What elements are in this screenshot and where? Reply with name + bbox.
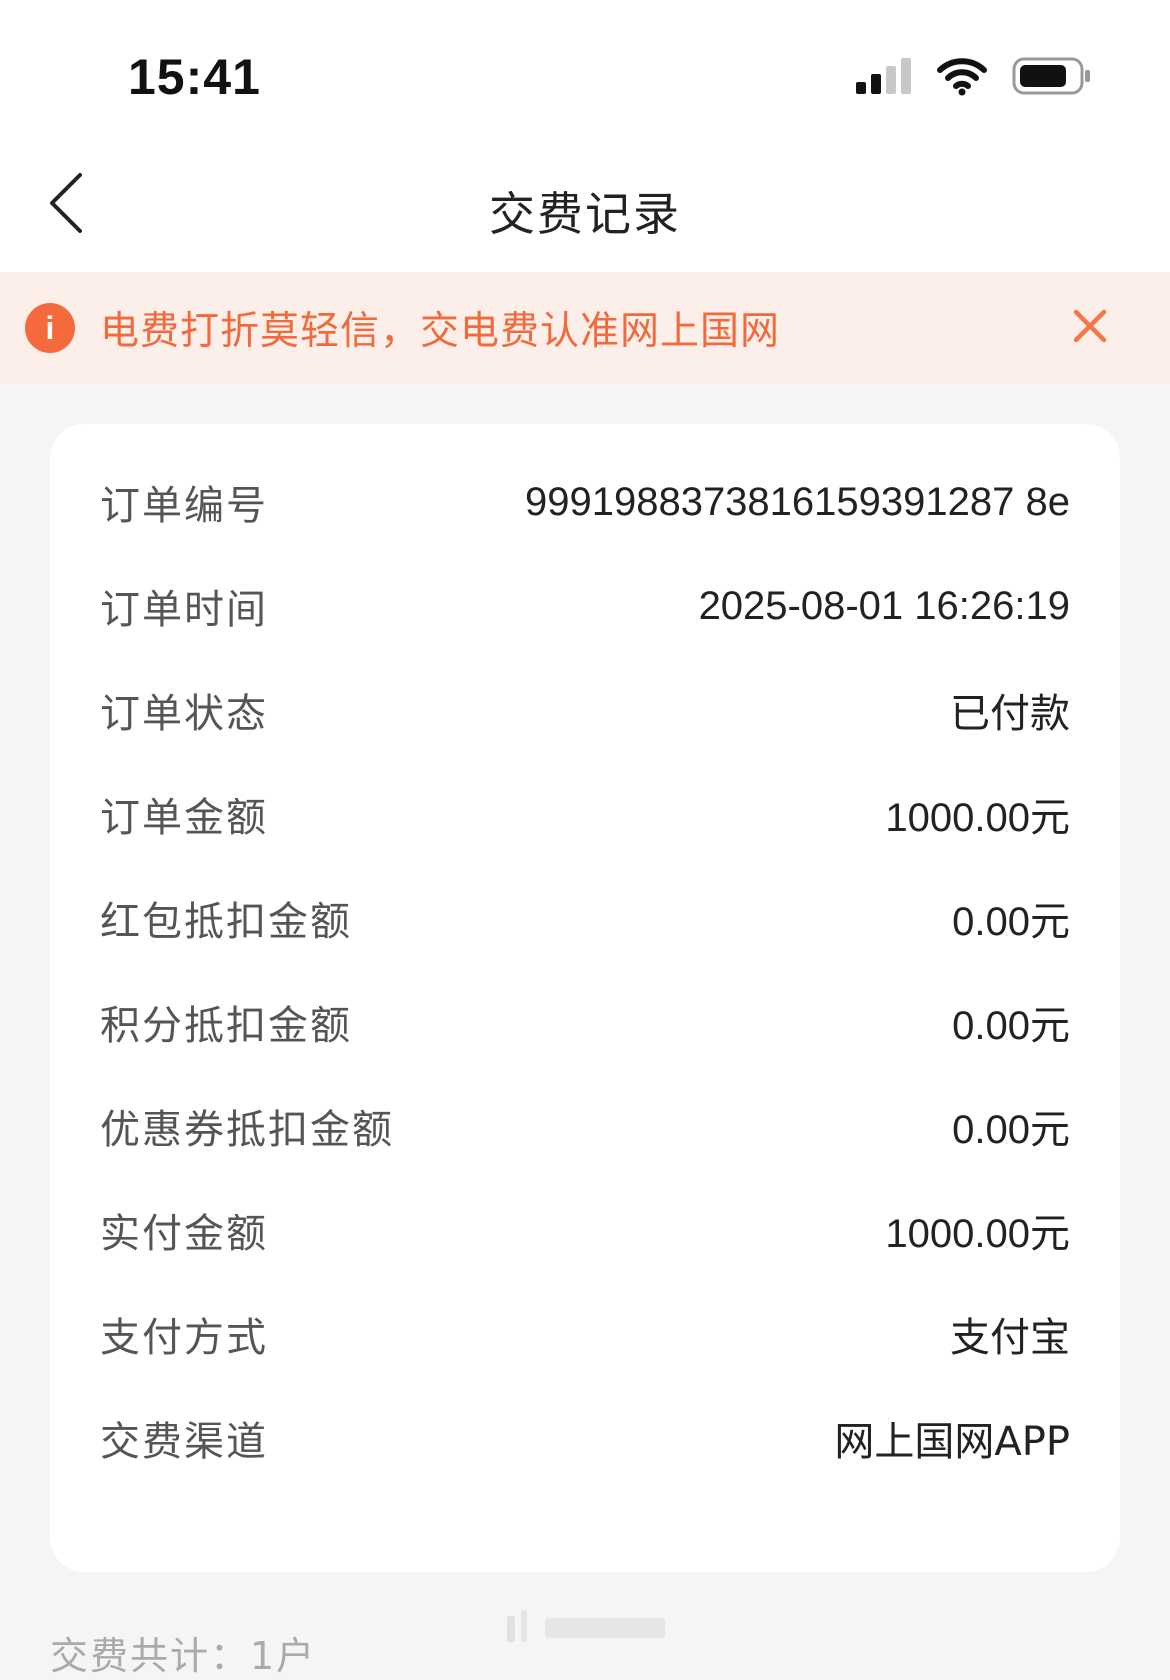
wifi-icon — [936, 56, 988, 100]
payment-method-row: 支付方式 支付宝 — [100, 1304, 1070, 1364]
order-number-row: 订单编号 9991988373816159391287 8e — [100, 472, 1070, 532]
cellular-signal-icon — [854, 56, 912, 100]
payment-channel-row: 交费渠道 网上国网APP — [100, 1408, 1070, 1468]
coupon-deduction-value: 0.00元 — [952, 1108, 1070, 1152]
info-icon: i — [25, 303, 75, 353]
status-bar: 15:41 — [0, 0, 1170, 140]
paid-amount-row: 实付金额 1000.00元 — [100, 1200, 1070, 1260]
close-icon — [1072, 308, 1108, 348]
coupon-deduction-row: 优惠券抵扣金额 0.00元 — [100, 1096, 1070, 1156]
order-status-row: 订单状态 已付款 — [100, 680, 1070, 740]
watermark-logo — [505, 1608, 665, 1648]
payment-method-value: 支付宝 — [950, 1315, 1070, 1361]
order-time-label: 订单时间 — [100, 587, 268, 633]
paid-amount-label: 实付金额 — [100, 1211, 268, 1257]
order-status-label: 订单状态 — [100, 691, 268, 737]
payment-channel-label: 交费渠道 — [100, 1419, 268, 1465]
notice-banner: i 电费打折莫轻信，交电费认准网上国网 — [0, 272, 1170, 384]
payment-channel-value: 网上国网APP — [834, 1419, 1070, 1465]
red-packet-deduction-label: 红包抵扣金额 — [100, 899, 352, 945]
red-packet-deduction-row: 红包抵扣金额 0.00元 — [100, 888, 1070, 948]
order-time-row: 订单时间 2025-08-01 16:26:19 — [100, 576, 1070, 636]
status-icons — [854, 56, 1092, 100]
order-amount-value: 1000.00元 — [885, 796, 1070, 840]
order-amount-label: 订单金额 — [100, 795, 268, 841]
nav-bar: 交费记录 — [0, 140, 1170, 272]
points-deduction-label: 积分抵扣金额 — [100, 1003, 352, 1049]
order-amount-row: 订单金额 1000.00元 — [100, 784, 1070, 844]
battery-icon — [1012, 56, 1092, 100]
payment-method-label: 支付方式 — [100, 1315, 268, 1361]
page-title: 交费记录 — [489, 187, 681, 241]
order-number-label: 订单编号 — [100, 483, 268, 529]
notice-text: 电费打折莫轻信，交电费认准网上国网 — [100, 309, 781, 354]
coupon-deduction-label: 优惠券抵扣金额 — [100, 1107, 394, 1153]
order-number-value: 9991988373816159391287 8e — [524, 479, 1070, 524]
order-status-value: 已付款 — [950, 691, 1070, 737]
points-deduction-row: 积分抵扣金额 0.00元 — [100, 992, 1070, 1052]
points-deduction-value: 0.00元 — [952, 1004, 1070, 1048]
order-detail-card: 订单编号 9991988373816159391287 8e 订单时间 2025… — [50, 424, 1120, 1572]
order-time-value: 2025-08-01 16:26:19 — [698, 583, 1070, 628]
red-packet-deduction-value: 0.00元 — [952, 900, 1070, 944]
status-time: 15:41 — [128, 49, 261, 105]
paid-amount-value: 1000.00元 — [885, 1212, 1070, 1256]
notice-close-button[interactable] — [1068, 306, 1112, 350]
payment-summary: 交费共计：1户 — [50, 1634, 317, 1678]
